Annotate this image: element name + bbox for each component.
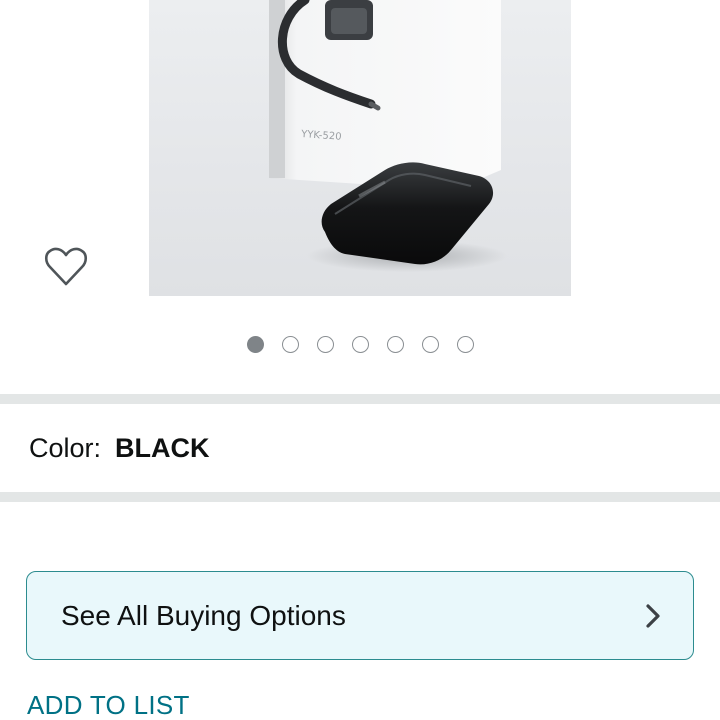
color-selector: Color: BLACK (0, 404, 720, 492)
color-label: Color: (29, 432, 102, 463)
wishlist-button[interactable] (42, 244, 90, 290)
image-carousel-dots (0, 334, 720, 354)
carousel-dot-5[interactable] (386, 335, 404, 353)
see-all-buying-options-button[interactable]: See All Buying Options (26, 571, 694, 660)
carousel-dot-3[interactable] (316, 335, 334, 353)
heart-outline-icon (44, 247, 88, 286)
carousel-dot-4[interactable] (351, 335, 369, 353)
section-divider (0, 492, 720, 502)
add-to-list-link[interactable]: ADD TO LIST (27, 690, 190, 720)
product-image[interactable]: YYK-520 (149, 0, 571, 296)
carousel-dot-7[interactable] (456, 335, 474, 353)
carousel-dot-2[interactable] (281, 335, 299, 353)
chevron-right-icon (641, 601, 665, 631)
buying-options-label: See All Buying Options (61, 599, 346, 631)
carousel-dot-1[interactable] (246, 335, 264, 353)
section-divider (0, 394, 720, 404)
carousel-dot-6[interactable] (421, 335, 439, 353)
product-image-gallery: YYK-520 (0, 0, 720, 393)
color-value: BLACK (115, 432, 210, 463)
product-photo-graphic: YYK-520 (269, 0, 507, 272)
